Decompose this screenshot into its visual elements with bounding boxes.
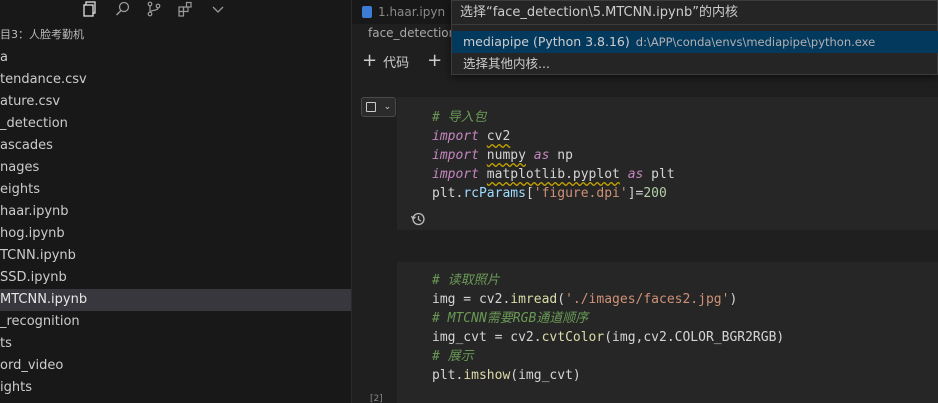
plus-icon: + [427,50,443,71]
breadcrumb[interactable]: face_detection [368,26,456,40]
explorer-icon[interactable] [79,0,101,18]
notebook-file-icon [362,6,372,18]
code-token: ) [729,292,738,307]
add-code-label: 代码 [383,55,410,71]
tree-item[interactable]: nages [0,157,351,179]
tree-item[interactable]: ts [0,333,351,355]
tree-item[interactable]: MTCNN.ipynb [0,289,351,311]
code-token: import [432,148,479,163]
code-token: numpy [486,148,526,163]
tab-haar-notebook[interactable]: 1.haar.ipyn [362,0,445,24]
kernel-other-label: 选择其他内核... [463,56,550,71]
code-token: np [549,148,573,163]
execution-count: [2] [370,394,383,403]
code-token: 'figure.dpi' [533,186,628,201]
code-token: (img_cvt) [510,368,581,383]
code-token: cvtColor [541,330,605,345]
add-markdown-cell-button[interactable]: + [427,52,442,70]
code-line: plt.imshow(img_cvt) [432,366,784,385]
tree-item[interactable]: tendance.csv [0,69,351,91]
code-token: plt [432,368,456,383]
code-line: img_cvt = cv2.cvtColor(img,cv2.COLOR_BGR… [432,328,784,347]
code-token: plt [643,167,675,182]
tab-label: 1.haar.ipyn [378,5,446,19]
code-token: [ [525,186,534,201]
stop-icon [365,102,376,112]
code-token: # 读取照片 [432,273,500,288]
code-line: import matplotlib.pyplot as plt [432,165,675,184]
code-token: imshow [463,368,511,383]
code-line: # 导入包 [432,108,675,127]
tree-item[interactable]: _recognition [0,311,351,333]
tree-item[interactable]: a [0,47,351,69]
code-token: # 导入包 [432,110,487,125]
code-line: import cv2 [432,127,675,146]
source-control-icon[interactable] [143,0,165,18]
code-token: img [432,292,456,307]
code-token: cv2 [486,129,511,144]
code-token: as [533,148,550,163]
code-token: img_cvt [432,330,487,345]
code-token: ]= [627,186,644,201]
kernel-path: d:\APP\conda\envs\mediapipe\python.exe [635,35,876,49]
project-folder-label[interactable]: 目3：人脸考勤机 [0,26,84,42]
tree-item[interactable]: ature.csv [0,91,351,113]
tree-item[interactable]: haar.ipynb [0,201,351,223]
run-cell-button[interactable]: ⌄ [361,97,396,117]
tree-item[interactable]: hog.ipynb [0,223,351,245]
search-icon[interactable] [112,0,134,18]
code-token: = cv2. [486,330,542,345]
kernel-picker-prompt[interactable]: 选择“face_detection\5.MTCNN.ipynb”的内核 [452,1,938,25]
tree-item[interactable]: SSD.ipynb [0,267,351,289]
code-line: # 读取照片 [432,271,784,290]
chevron-down-icon[interactable] [207,0,229,18]
code-token: = cv2. [455,292,511,307]
file-tree: a tendance.csv ature.csv _detection ascades n… [0,47,351,399]
code-token: # 展示 [432,349,474,364]
code-line: # 展示 [432,347,784,366]
code-line: # MTCNN需要RGB通道顺序 [432,309,784,328]
kernel-name: mediapipe (Python 3.8.16) [463,34,630,49]
extensions-icon[interactable] [174,0,196,18]
kernel-option-other[interactable]: 选择其他内核... [452,53,938,75]
history-icon[interactable] [410,211,426,227]
kernel-option-mediapipe[interactable]: mediapipe (Python 3.8.16) d:\APP\conda\en… [452,31,938,53]
code-token: as [627,167,644,182]
sidebar-toolbar [0,0,351,22]
kernel-picker: 选择“face_detection\5.MTCNN.ipynb”的内核 medi… [451,0,938,75]
tree-item[interactable]: ascades [0,135,351,157]
code-line: import numpy as np [432,146,675,165]
code-token: 200 [643,186,667,201]
cell-code-2[interactable]: # 读取照片 img = cv2.imread('./images/faces2.… [432,271,784,385]
code-token: imread [510,292,558,307]
cell-code-1[interactable]: # 导入包 import cv2 import numpy as np import … [432,108,675,203]
code-line: img = cv2.imread('./images/faces2.jpg') [432,290,784,309]
tree-item[interactable]: ord_video [0,355,351,377]
code-token: './images/faces2.jpg' [565,292,730,307]
tree-item[interactable]: TCNN.ipynb [0,245,351,267]
tree-item[interactable]: ights [0,377,351,399]
code-token: import [432,167,479,182]
tree-item[interactable]: eights [0,179,351,201]
code-line: plt.rcParams['figure.dpi']=200 [432,184,675,203]
code-token: ( [557,292,566,307]
code-token: (img,cv2.COLOR_BGR2RGB) [604,330,785,345]
code-token: plt [432,186,456,201]
code-token: matplotlib.pyplot [486,167,620,182]
notebook-toolbar: + 代码 + [362,50,442,72]
code-token: # MTCNN需要RGB通道顺序 [432,311,589,326]
plus-icon: + [362,50,378,71]
code-token: rcParams [463,186,526,201]
code-token: import [432,129,479,144]
tree-item[interactable]: _detection [0,113,351,135]
explorer-sidebar: 目3：人脸考勤机 a tendance.csv ature.csv _detectio… [0,0,352,403]
add-code-cell-button[interactable]: + 代码 [362,52,409,71]
chevron-down-icon: ⌄ [383,102,392,112]
